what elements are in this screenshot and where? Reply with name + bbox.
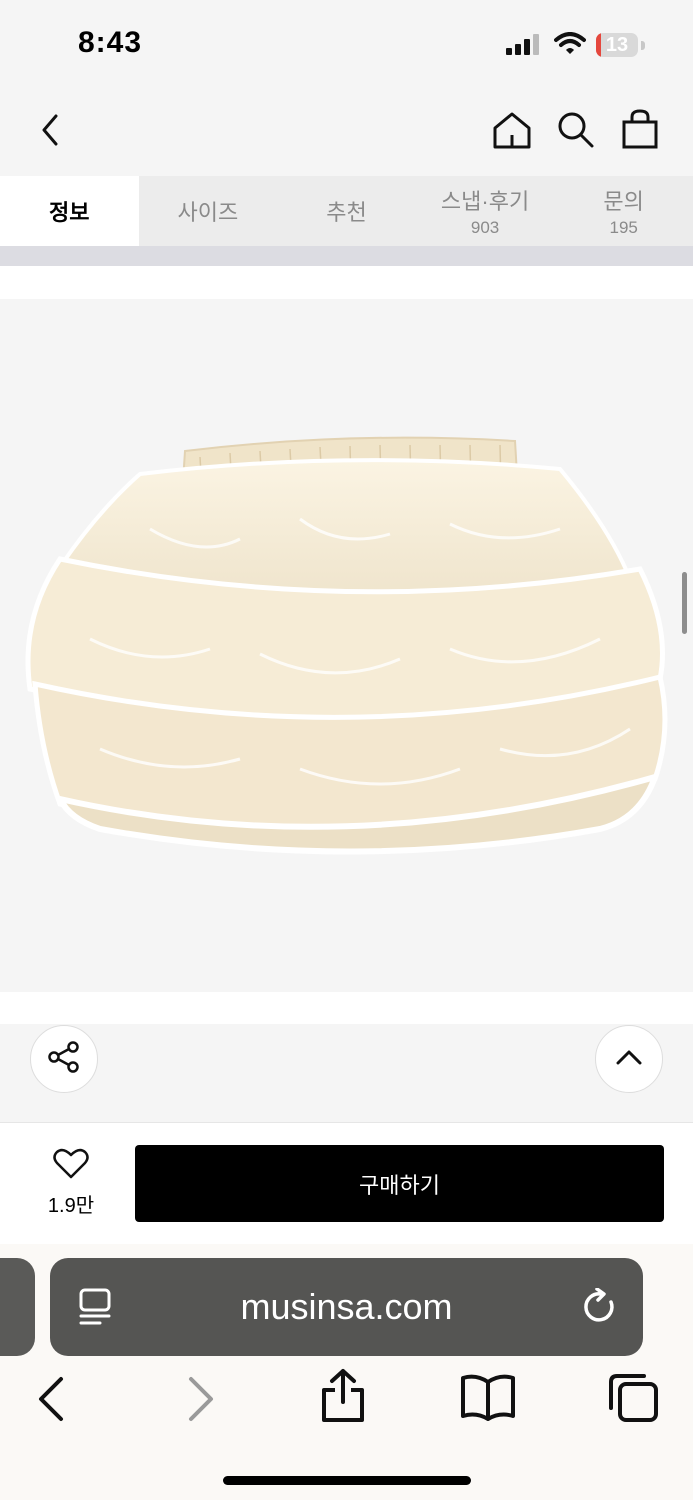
- battery-icon: 13: [596, 33, 638, 57]
- shopping-bag-icon[interactable]: [621, 108, 659, 155]
- back-icon[interactable]: [38, 112, 62, 153]
- home-icon[interactable]: [492, 110, 532, 155]
- tab-label: 추천: [326, 200, 367, 225]
- tab-size[interactable]: 사이즈: [139, 176, 278, 246]
- tab-label: 스냅·후기: [440, 189, 530, 214]
- url-text: musinsa.com: [240, 1286, 453, 1327]
- search-icon[interactable]: [557, 111, 595, 154]
- share-icon: [47, 1040, 81, 1079]
- address-bar[interactable]: musinsa.com: [50, 1258, 643, 1356]
- share-sheet-icon[interactable]: [320, 1368, 366, 1429]
- like-button[interactable]: 1.9만: [40, 1148, 102, 1218]
- tab-bar: 정보 사이즈 추천 스냅·후기 903 문의 195: [0, 176, 693, 246]
- tab-inquiry[interactable]: 문의 195: [554, 176, 693, 246]
- browser-back-icon[interactable]: [36, 1376, 66, 1427]
- wifi-icon: [554, 32, 586, 61]
- chevron-up-icon: [614, 1047, 644, 1072]
- browser-forward-icon[interactable]: [186, 1376, 216, 1427]
- battery-tip: [641, 41, 645, 50]
- product-image: [0, 299, 693, 992]
- tab-snap-review[interactable]: 스냅·후기 903: [416, 176, 555, 246]
- tab-count: 903: [470, 218, 500, 237]
- tab-label: 사이즈: [177, 200, 239, 225]
- section-divider: [0, 246, 693, 266]
- tab-label: 정보: [49, 200, 90, 225]
- scroll-top-button[interactable]: [595, 1025, 663, 1093]
- heart-icon: [53, 1148, 89, 1184]
- home-indicator: [223, 1476, 471, 1485]
- tab-recommend[interactable]: 추천: [277, 176, 416, 246]
- page-scrollbar[interactable]: [682, 572, 687, 634]
- tab-label: 문의: [603, 189, 644, 214]
- bookmarks-icon[interactable]: [460, 1374, 516, 1427]
- status-time: 8:43: [78, 26, 143, 59]
- buy-button[interactable]: 구매하기: [135, 1145, 664, 1222]
- floating-actions: [0, 1024, 693, 1122]
- reload-icon[interactable]: [583, 1287, 619, 1331]
- tab-count: 195: [609, 218, 638, 237]
- battery-level: 13: [605, 34, 629, 56]
- spacer: [0, 266, 693, 299]
- spacer: [0, 992, 693, 1024]
- tab-info[interactable]: 정보: [0, 176, 139, 246]
- cellular-signal-icon: [506, 34, 542, 55]
- like-count: 1.9만: [47, 1195, 95, 1217]
- share-button[interactable]: [30, 1025, 98, 1093]
- previous-tab-preview[interactable]: [0, 1258, 35, 1356]
- tabs-overview-icon[interactable]: [606, 1372, 660, 1429]
